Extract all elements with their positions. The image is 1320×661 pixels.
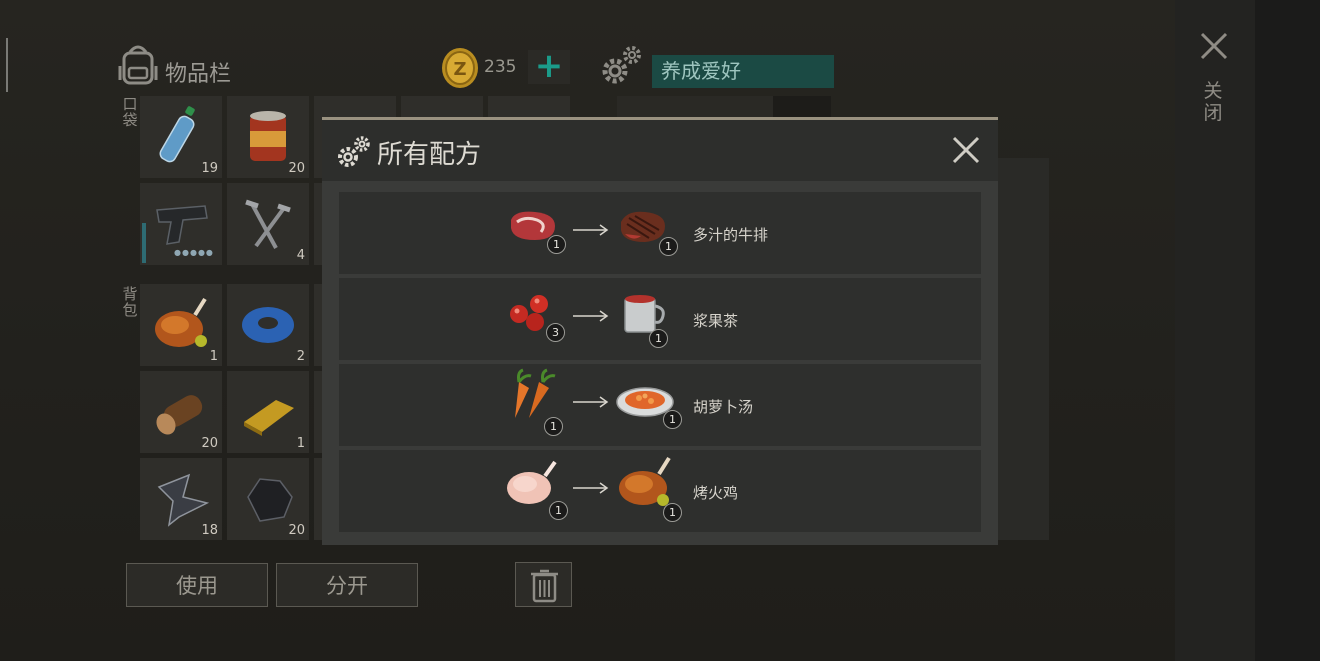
slot-coal[interactable]: 20	[227, 458, 309, 540]
svg-text:Z: Z	[453, 59, 466, 80]
right-edge	[1255, 0, 1320, 661]
use-button[interactable]: 使用	[126, 563, 268, 607]
recipe-name: 多汁的牛排	[693, 226, 769, 244]
water-bottle-icon	[159, 106, 195, 163]
gears-icon	[602, 46, 641, 84]
roast-chicken-icon	[155, 297, 207, 347]
slot-gold-bar[interactable]: 1	[227, 371, 309, 453]
left-rule	[6, 38, 8, 92]
slot-count: 1	[296, 436, 305, 451]
input-count-badge: 1	[544, 417, 563, 436]
add-coins-button[interactable]: +	[528, 49, 570, 84]
slot-count: 20	[288, 523, 305, 538]
slot-nails[interactable]: 4	[227, 183, 309, 265]
split-button[interactable]: 分开	[276, 563, 418, 607]
pistol-icon	[156, 205, 208, 245]
output-count-badge: 1	[659, 237, 678, 256]
close-label[interactable]: 关闭	[1203, 80, 1223, 124]
recipe-row-berry-tea[interactable]: 3 1 浆果茶	[339, 278, 981, 360]
slot-pistol[interactable]: ●●●●●	[140, 183, 222, 265]
recipe-name: 浆果茶	[693, 312, 739, 330]
arrow-right-icon	[573, 396, 609, 408]
roast-chicken-icon	[619, 456, 671, 506]
close-icon[interactable]	[1198, 30, 1230, 62]
backpack-icon	[118, 45, 158, 85]
nails-icon	[245, 199, 291, 249]
scrap-metal-icon	[157, 473, 210, 527]
ammo-dots: ●●●●●	[174, 248, 214, 257]
all-recipes-modal: 所有配方 1 1 多汁的牛排 3 1 浆果茶 1 1 胡萝卜汤 1 1 烤火鸡	[322, 117, 998, 545]
coin-icon: Z	[442, 48, 478, 88]
modal-close-icon[interactable]	[950, 134, 982, 166]
input-count-badge: 1	[547, 235, 566, 254]
slot-count: 19	[201, 161, 218, 176]
output-count-badge: 1	[663, 503, 682, 522]
blue-tape-icon	[242, 307, 294, 343]
raw-chicken-icon	[507, 460, 557, 504]
arrow-right-icon	[573, 482, 609, 494]
canned-food-icon	[250, 111, 286, 161]
recipe-name: 胡萝卜汤	[693, 398, 754, 416]
gold-bar-icon	[244, 400, 294, 436]
hobby-button[interactable]: 养成爱好	[652, 55, 834, 88]
slot-count: 20	[201, 436, 218, 451]
slot-count: 4	[296, 248, 305, 263]
slot-count: 1	[209, 349, 218, 364]
recipe-row-carrot-soup[interactable]: 1 1 胡萝卜汤	[339, 364, 981, 446]
coal-icon	[247, 478, 293, 522]
modal-header: 所有配方	[322, 120, 998, 181]
right-panel-peek	[995, 158, 1049, 540]
slot-accent-bar	[142, 223, 146, 263]
wood-log-icon	[156, 395, 203, 435]
slot-wood-log[interactable]: 20	[140, 371, 222, 453]
recipe-name: 烤火鸡	[693, 484, 739, 502]
slot-count: 2	[296, 349, 305, 364]
output-count-badge: 1	[649, 329, 668, 348]
trash-button[interactable]	[515, 562, 572, 607]
slot-blue-tape[interactable]: 2	[227, 284, 309, 366]
arrow-right-icon	[573, 310, 609, 322]
slot-canned-food[interactable]: 20	[227, 96, 309, 178]
gears-icon	[338, 136, 370, 167]
slot-roast-chicken[interactable]: 1	[140, 284, 222, 366]
input-count-badge: 1	[549, 501, 568, 520]
slot-count: 20	[288, 161, 305, 176]
pocket-label: 口袋	[122, 95, 138, 129]
recipe-row-steak[interactable]: 1 1 多汁的牛排	[339, 192, 981, 274]
input-count-badge: 3	[546, 323, 565, 342]
slot-water-bottle[interactable]: 19	[140, 96, 222, 178]
backpack-label: 背包	[122, 285, 138, 319]
inventory-title: 物品栏	[165, 62, 232, 87]
slot-scrap-metal[interactable]: 18	[140, 458, 222, 540]
arrow-right-icon	[573, 224, 609, 236]
modal-title: 所有配方	[377, 140, 482, 170]
carrots-icon	[515, 368, 556, 418]
trash-icon	[531, 569, 558, 603]
output-count-badge: 1	[663, 410, 682, 429]
recipe-row-roast-chicken[interactable]: 1 1 烤火鸡	[339, 450, 981, 532]
coin-count: 235	[484, 57, 517, 77]
slot-count: 18	[201, 523, 218, 538]
